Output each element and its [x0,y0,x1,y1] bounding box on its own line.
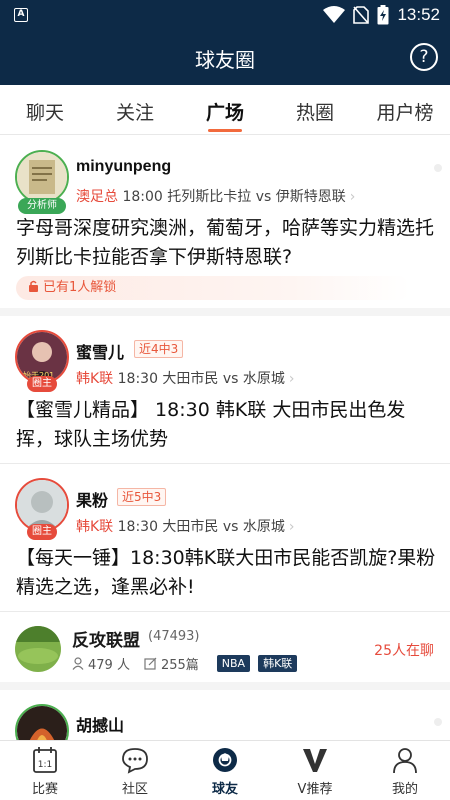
nav-friends[interactable]: 球友 [180,741,270,800]
league-name: 韩K联 [76,371,114,387]
feed[interactable]: 分析师 minyunpeng 澳足总 18:00 托列斯比卡拉 vs 伊斯特恩联… [0,136,450,740]
calendar-icon: 1:1 [33,747,57,773]
svg-text:1:1: 1:1 [38,760,52,770]
nav-label: V推荐 [297,782,333,797]
no-sim-icon [353,6,370,24]
member-count: 479 人 [88,658,130,673]
unlock-text: 已有1人解锁 [43,280,117,295]
owner-badge: 圈主 [27,524,57,540]
circle-avatar[interactable] [15,626,61,672]
person-icon [393,748,417,774]
username[interactable]: minyunpeng [76,158,171,176]
owner-badge: 圈主 [27,376,57,392]
grass-field-icon [15,626,61,672]
wifi-icon [323,6,346,23]
match-text: 18:30 大田市民 vs 水原城 [117,519,285,535]
record-badge: 近5中3 [117,488,167,506]
nav-label: 社区 [121,782,148,797]
app-notification-icon: A [14,8,28,22]
avatar[interactable] [15,150,69,204]
record-badge: 近4中3 [134,340,184,358]
post-count: 255篇 [160,658,199,673]
book-cover-icon [17,152,67,202]
chevron-right-icon: › [349,189,356,205]
tab-chat[interactable]: 聊天 [0,85,90,134]
edit-icon [144,657,157,670]
tag-nba[interactable]: NBA [216,655,251,672]
user-photo-icon: 始于201 [17,332,67,382]
circle-stats: 479 人 255篇 NBA 韩K联 [72,654,298,673]
lock-icon [29,280,38,292]
system-icons: 13:52 [323,5,440,25]
match-info[interactable]: 韩K联 18:30 大田市民 vs 水原城 › [76,516,295,536]
circle-name[interactable]: 反攻联盟 [72,626,140,651]
match-text: 18:30 大田市民 vs 水原城 [117,371,285,387]
unlock-banner[interactable]: 已有1人解锁 [16,276,410,300]
username[interactable]: 蜜雪儿 [76,339,124,363]
match-text: 18:00 托列斯比卡拉 vs 伊斯特恩联 [122,189,346,205]
help-icon[interactable]: ? [410,43,438,71]
v-icon [303,749,327,772]
tab-hot-circles[interactable]: 热圈 [270,85,360,134]
analyst-badge: 分析师 [18,198,66,214]
username[interactable]: 胡撼山 [76,712,124,736]
league-name: 澳足总 [76,189,118,205]
match-info[interactable]: 韩K联 18:30 大田市民 vs 水原城 › [76,368,295,388]
chat-bubble-icon [122,748,148,774]
tab-bar: 聊天 关注 广场 热圈 用户榜 [0,85,450,135]
match-info[interactable]: 澳足总 18:00 托列斯比卡拉 vs 伊斯特恩联 › [76,186,355,206]
post-card[interactable]: 始于201 圈主 蜜雪儿 近4中3 韩K联 18:30 大田市民 vs 水原城›… [0,316,450,464]
online-count[interactable]: 25人在聊 [374,640,434,660]
more-indicator [434,718,442,726]
clock: 13:52 [397,5,440,24]
tab-square[interactable]: 广场 [180,85,270,134]
username[interactable]: 果粉 [76,487,108,511]
page-title: 球友圈 [195,48,255,72]
post-card[interactable]: 胡撼山 [0,690,450,740]
circle-count: (47493) [148,629,200,644]
person-icon [72,657,84,670]
nav-label: 球友 [211,782,238,797]
tab-following[interactable]: 关注 [90,85,180,134]
post-card[interactable]: 圈主 果粉 近5中3 韩K联 18:30 大田市民 vs 水原城 › 【每天一锤】… [0,464,450,612]
nav-match[interactable]: 1:1 比赛 [0,741,90,800]
nav-community[interactable]: 社区 [90,741,180,800]
post-card[interactable]: 分析师 minyunpeng 澳足总 18:00 托列斯比卡拉 vs 伊斯特恩联… [0,136,450,316]
user-photo-icon [17,706,67,740]
user-photo-icon [17,480,67,530]
bottom-nav: 1:1 比赛 社区 球友 V推荐 我的 [0,740,450,800]
chevron-right-icon: › [288,371,295,387]
circle-card[interactable]: 反攻联盟 (47493) 479 人 255篇 NBA 韩K联 25人在聊 [0,612,450,690]
nav-label: 我的 [391,782,418,797]
tag-kleague[interactable]: 韩K联 [258,655,298,672]
post-content[interactable]: 【每天一锤】18:30韩K联大田市民能否凯旋?果粉精选之选，逢黑必补! [16,544,436,602]
status-bar: A 13:52 [0,0,450,30]
more-indicator [434,164,442,172]
post-content[interactable]: 字母哥深度研究澳洲，葡萄牙，哈萨等实力精选托列斯比卡拉能否拿下伊斯特恩联? [16,214,436,272]
battery-charging-icon [377,5,389,25]
nav-label: 比赛 [31,782,58,797]
nav-mine[interactable]: 我的 [360,741,450,800]
avatar[interactable] [15,704,69,740]
chevron-right-icon: › [288,519,295,535]
title-bar: 球友圈 ? [0,30,450,85]
nav-v-recommend[interactable]: V推荐 [270,741,360,800]
football-icon [213,748,237,772]
post-content[interactable]: 【蜜雪儿精品】 18:30 韩K联 大田市民出色发挥，球队主场优势 [16,396,436,454]
league-name: 韩K联 [76,519,114,535]
tab-user-ranking[interactable]: 用户榜 [360,85,450,134]
